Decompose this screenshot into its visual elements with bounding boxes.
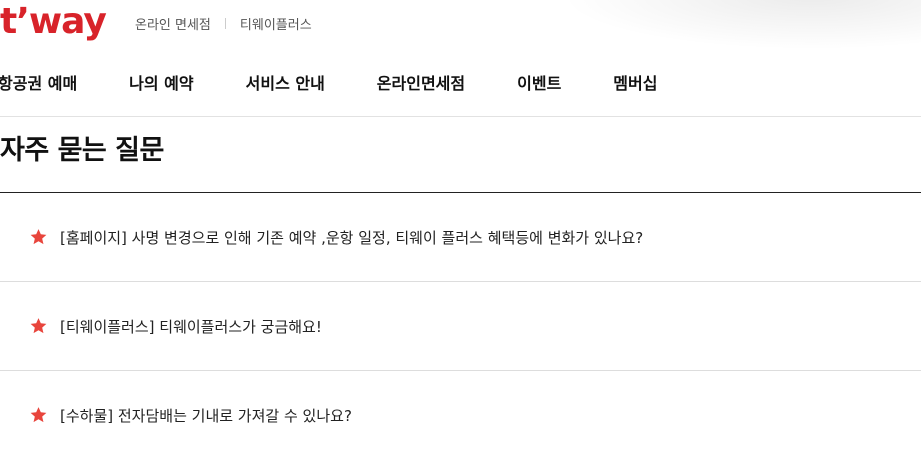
util-link-duty-free[interactable]: 온라인 면세점: [135, 14, 211, 33]
faq-item[interactable]: [티웨이플러스] 티웨이플러스가 궁금해요!: [0, 282, 921, 371]
faq-question: [홈페이지] 사명 변경으로 인해 기존 예약 ,운항 일정, 티웨이 플러스 …: [60, 229, 644, 247]
page: t’way 온라인 면세점 티웨이플러스 항공권 예매 나의 예약 서비스 안내…: [0, 0, 921, 456]
nav-item-my-reservation[interactable]: 나의 예약: [129, 70, 193, 94]
faq-question: [수하물] 전자담배는 기내로 가져갈 수 있나요?: [60, 407, 352, 425]
star-icon: [30, 407, 47, 423]
nav-divider: [0, 116, 921, 117]
top-bar: t’way 온라인 면세점 티웨이플러스: [0, 0, 921, 46]
nav-item-event[interactable]: 이벤트: [517, 70, 561, 94]
page-title: 자주 묻는 질문: [0, 135, 164, 166]
tway-logo[interactable]: t’way: [0, 1, 107, 42]
nav-item-booking[interactable]: 항공권 예매: [0, 70, 77, 94]
star-icon: [30, 318, 47, 334]
faq-item[interactable]: [수하물] 전자담배는 기내로 가져갈 수 있나요?: [0, 371, 921, 456]
util-divider: [224, 18, 226, 29]
main-nav: 항공권 예매 나의 예약 서비스 안내 온라인면세점 이벤트 멤버십: [0, 70, 657, 94]
star-icon: [30, 229, 47, 245]
nav-item-service-info[interactable]: 서비스 안내: [246, 70, 325, 94]
nav-item-membership[interactable]: 멤버십: [613, 70, 657, 94]
util-links: 온라인 면세점 티웨이플러스: [135, 14, 312, 33]
util-link-tway-plus[interactable]: 티웨이플러스: [240, 14, 312, 33]
logo-text: t’way: [0, 1, 107, 42]
faq-item[interactable]: [홈페이지] 사명 변경으로 인해 기존 예약 ,운항 일정, 티웨이 플러스 …: [0, 193, 921, 282]
faq-list: [홈페이지] 사명 변경으로 인해 기존 예약 ,운항 일정, 티웨이 플러스 …: [0, 193, 921, 456]
nav-item-duty-free[interactable]: 온라인면세점: [377, 70, 465, 94]
faq-question: [티웨이플러스] 티웨이플러스가 궁금해요!: [60, 318, 322, 336]
